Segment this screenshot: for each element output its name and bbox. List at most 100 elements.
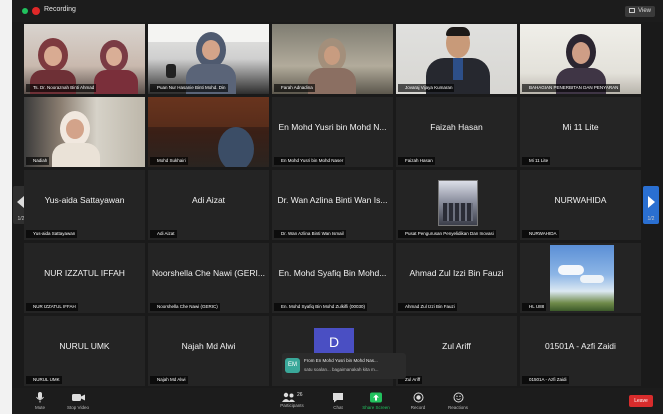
participant-name-label: Noorshella Che Nawi (GERIC)	[150, 303, 220, 311]
security-icon[interactable]	[22, 8, 28, 14]
smiley-icon	[453, 392, 463, 403]
participants-button[interactable]: 26 Participants	[270, 390, 314, 412]
share-screen-label: Share Screen	[362, 405, 390, 410]
participant-name-label: Jovaraj Vijaya Kumaran	[398, 84, 455, 92]
video-camera-icon	[71, 394, 85, 401]
participant-tile[interactable]: Noorshella Che Nawi (GERI... Noorshella …	[148, 243, 269, 313]
record-label: Record	[410, 405, 426, 410]
participant-name: Zul Ariff	[442, 341, 471, 351]
participant-name-label: NUR IZZATUL IFFAH	[26, 303, 78, 311]
participant-name-label: Dr. Wan Azlina Binti Wan Ismail	[274, 230, 346, 238]
recording-icon	[32, 7, 40, 15]
next-page-button[interactable]: 1/2	[643, 186, 659, 224]
view-button[interactable]: View	[625, 6, 655, 17]
share-screen-button[interactable]: Share Screen	[354, 390, 398, 412]
participant-name: NURUL UMK	[59, 341, 110, 351]
recording-label: Recording	[44, 6, 76, 13]
top-bar: Recording View	[12, 0, 663, 22]
record-button[interactable]: Record	[396, 390, 440, 412]
participants-icon-wrap: 26	[270, 390, 314, 402]
stop-video-label: Stop Video	[67, 405, 89, 410]
participant-name: Adi Aizat	[191, 195, 226, 205]
participant-name-label: Puan Nur Hasanie Binti Mohd. Din	[150, 84, 228, 92]
participant-name: Ahmad Zul Izzi Bin Fauzi	[409, 268, 504, 278]
participant-name: En. Mohd Syafiq Bin Mohd...	[278, 268, 387, 278]
participant-tile[interactable]: Adi Aizat Adi Aizat	[148, 170, 269, 240]
reactions-label: Reactions	[447, 405, 468, 410]
participant-tile[interactable]: NURUL UMK NURUL UMK	[24, 316, 145, 386]
participant-name: NURWAHIDA	[554, 195, 607, 205]
participant-tile[interactable]: Ahmad Zul Izzi Bin Fauzi Ahmad Zul Izzi …	[396, 243, 517, 313]
participant-face	[106, 47, 122, 66]
participant-tile[interactable]: Pusat Pengurusan Penyelidikan Dan Inovas…	[396, 170, 517, 240]
participant-tile[interactable]: En. Mohd Syafiq Bin Mohd... En. Mohd Sya…	[272, 243, 393, 313]
stop-video-button[interactable]: Stop Video	[56, 390, 100, 412]
participant-tile[interactable]: HL U88	[520, 243, 641, 313]
cloud	[558, 265, 584, 275]
participant-face	[324, 46, 340, 65]
participant-name: Noorshella Che Nawi (GERI...	[152, 268, 265, 278]
participant-name: Mi 11 Lite	[562, 122, 599, 132]
participant-body	[94, 70, 138, 94]
participant-tie	[453, 58, 463, 80]
participant-tile[interactable]: NUR IZZATUL IFFAH NUR IZZATUL IFFAH	[24, 243, 145, 313]
participants-label: Participants	[280, 403, 304, 408]
participant-name: Dr. Wan Azlina Binti Wan Is...	[277, 195, 388, 205]
participant-name: Najah Md Alwi	[181, 341, 236, 351]
participant-tile[interactable]: Yus-aida Sattayawan Yus-aida Sattayawan	[24, 170, 145, 240]
participant-name-label: Faizah Hasan	[398, 157, 435, 165]
participant-tile-active-speaker[interactable]: Farah Adnadina	[272, 24, 393, 94]
participant-name-label: Mi 11 Lite	[522, 157, 551, 165]
participants-count: 26	[297, 392, 303, 398]
participant-tile[interactable]: NURWAHIDA NURWAHIDA	[520, 170, 641, 240]
participant-name-label: Yus-aida Sattayawan	[26, 230, 78, 238]
meeting-toolbar: Mute Stop Video 26 Participants Chat Sha…	[12, 388, 663, 414]
chat-sender-avatar: EM	[285, 358, 300, 373]
participant-face	[66, 119, 84, 139]
profile-picture	[438, 180, 478, 226]
participant-tile[interactable]: Jovaraj Vijaya Kumaran	[396, 24, 517, 94]
cloud	[580, 275, 604, 283]
participant-name-label: Nadiah	[26, 157, 50, 165]
chat-notification[interactable]: EM From En Mohd Yusri bin Mohd Nas... sa…	[282, 353, 406, 379]
participant-face	[572, 42, 590, 64]
participant-tile[interactable]: Dr. Wan Azlina Binti Wan Is... Dr. Wan A…	[272, 170, 393, 240]
participant-name-label: En Mohd Yusri bin Mohd Naser	[274, 157, 346, 165]
participant-name-label: 01501A - Azfi Zaidi	[522, 376, 569, 384]
participant-face	[44, 46, 62, 66]
participant-tile[interactable]: 01501A - Azfi Zaidi 01501A - Azfi Zaidi	[520, 316, 641, 386]
share-screen-icon	[370, 392, 382, 403]
participant-name: NUR IZZATUL IFFAH	[44, 268, 125, 278]
participant-name-label: Farah Adnadina	[274, 84, 315, 92]
leave-button[interactable]: Leave	[629, 395, 653, 407]
people-icon	[282, 392, 295, 402]
page-indicator-right: 1/2	[647, 216, 655, 222]
participant-tile[interactable]: BAHAGIAN PENERBITAN DAN PENYARAN	[520, 24, 641, 94]
participant-tile[interactable]: Ts. Dr. Nooraznah Binti Ahmad	[24, 24, 145, 94]
participant-name-label: Adi Aizat	[150, 230, 177, 238]
reactions-button[interactable]: Reactions	[436, 390, 480, 412]
participant-name-label: En. Mohd Syafiq Bin Mohd Zulkifli (00030…	[274, 303, 368, 311]
participant-tile[interactable]: Najah Md Alwi Najah Md Alwi	[148, 316, 269, 386]
participant-hair	[446, 27, 470, 36]
participant-name: Yus-aida Sattayawan	[44, 195, 125, 205]
participant-face	[202, 40, 220, 60]
participant-name-label: Mohd Sukhairi	[150, 157, 188, 165]
participant-name-label: NURUL UMK	[26, 376, 62, 384]
group-photo-people	[443, 203, 473, 221]
participant-tile[interactable]: Mi 11 Lite Mi 11 Lite	[520, 97, 641, 167]
zoom-meeting-window: Recording View 1/2 1/2 Ts. Dr. Nooraznah…	[12, 0, 663, 414]
chat-bubble-icon	[333, 393, 343, 403]
participant-tile[interactable]: Mohd Sukhairi	[148, 97, 269, 167]
participant-name-label: Ahmad Zul Izzi Bin Fauzi	[398, 303, 457, 311]
record-icon	[413, 392, 423, 403]
participant-tile[interactable]: En Mohd Yusri bin Mohd N... En Mohd Yusr…	[272, 97, 393, 167]
participant-tile[interactable]: Puan Nur Hasanie Binti Mohd. Din	[148, 24, 269, 94]
participant-name: 01501A - Azfi Zaidi	[545, 341, 616, 351]
participant-tile[interactable]: Faizah Hasan Faizah Hasan	[396, 97, 517, 167]
participant-tile[interactable]: Zul Ariff Zul Ariff	[396, 316, 517, 386]
profile-picture-sky	[550, 245, 614, 311]
participant-body	[308, 68, 356, 94]
participant-tile[interactable]: Nadiah	[24, 97, 145, 167]
participant-name-label: NURWAHIDA	[522, 230, 559, 238]
